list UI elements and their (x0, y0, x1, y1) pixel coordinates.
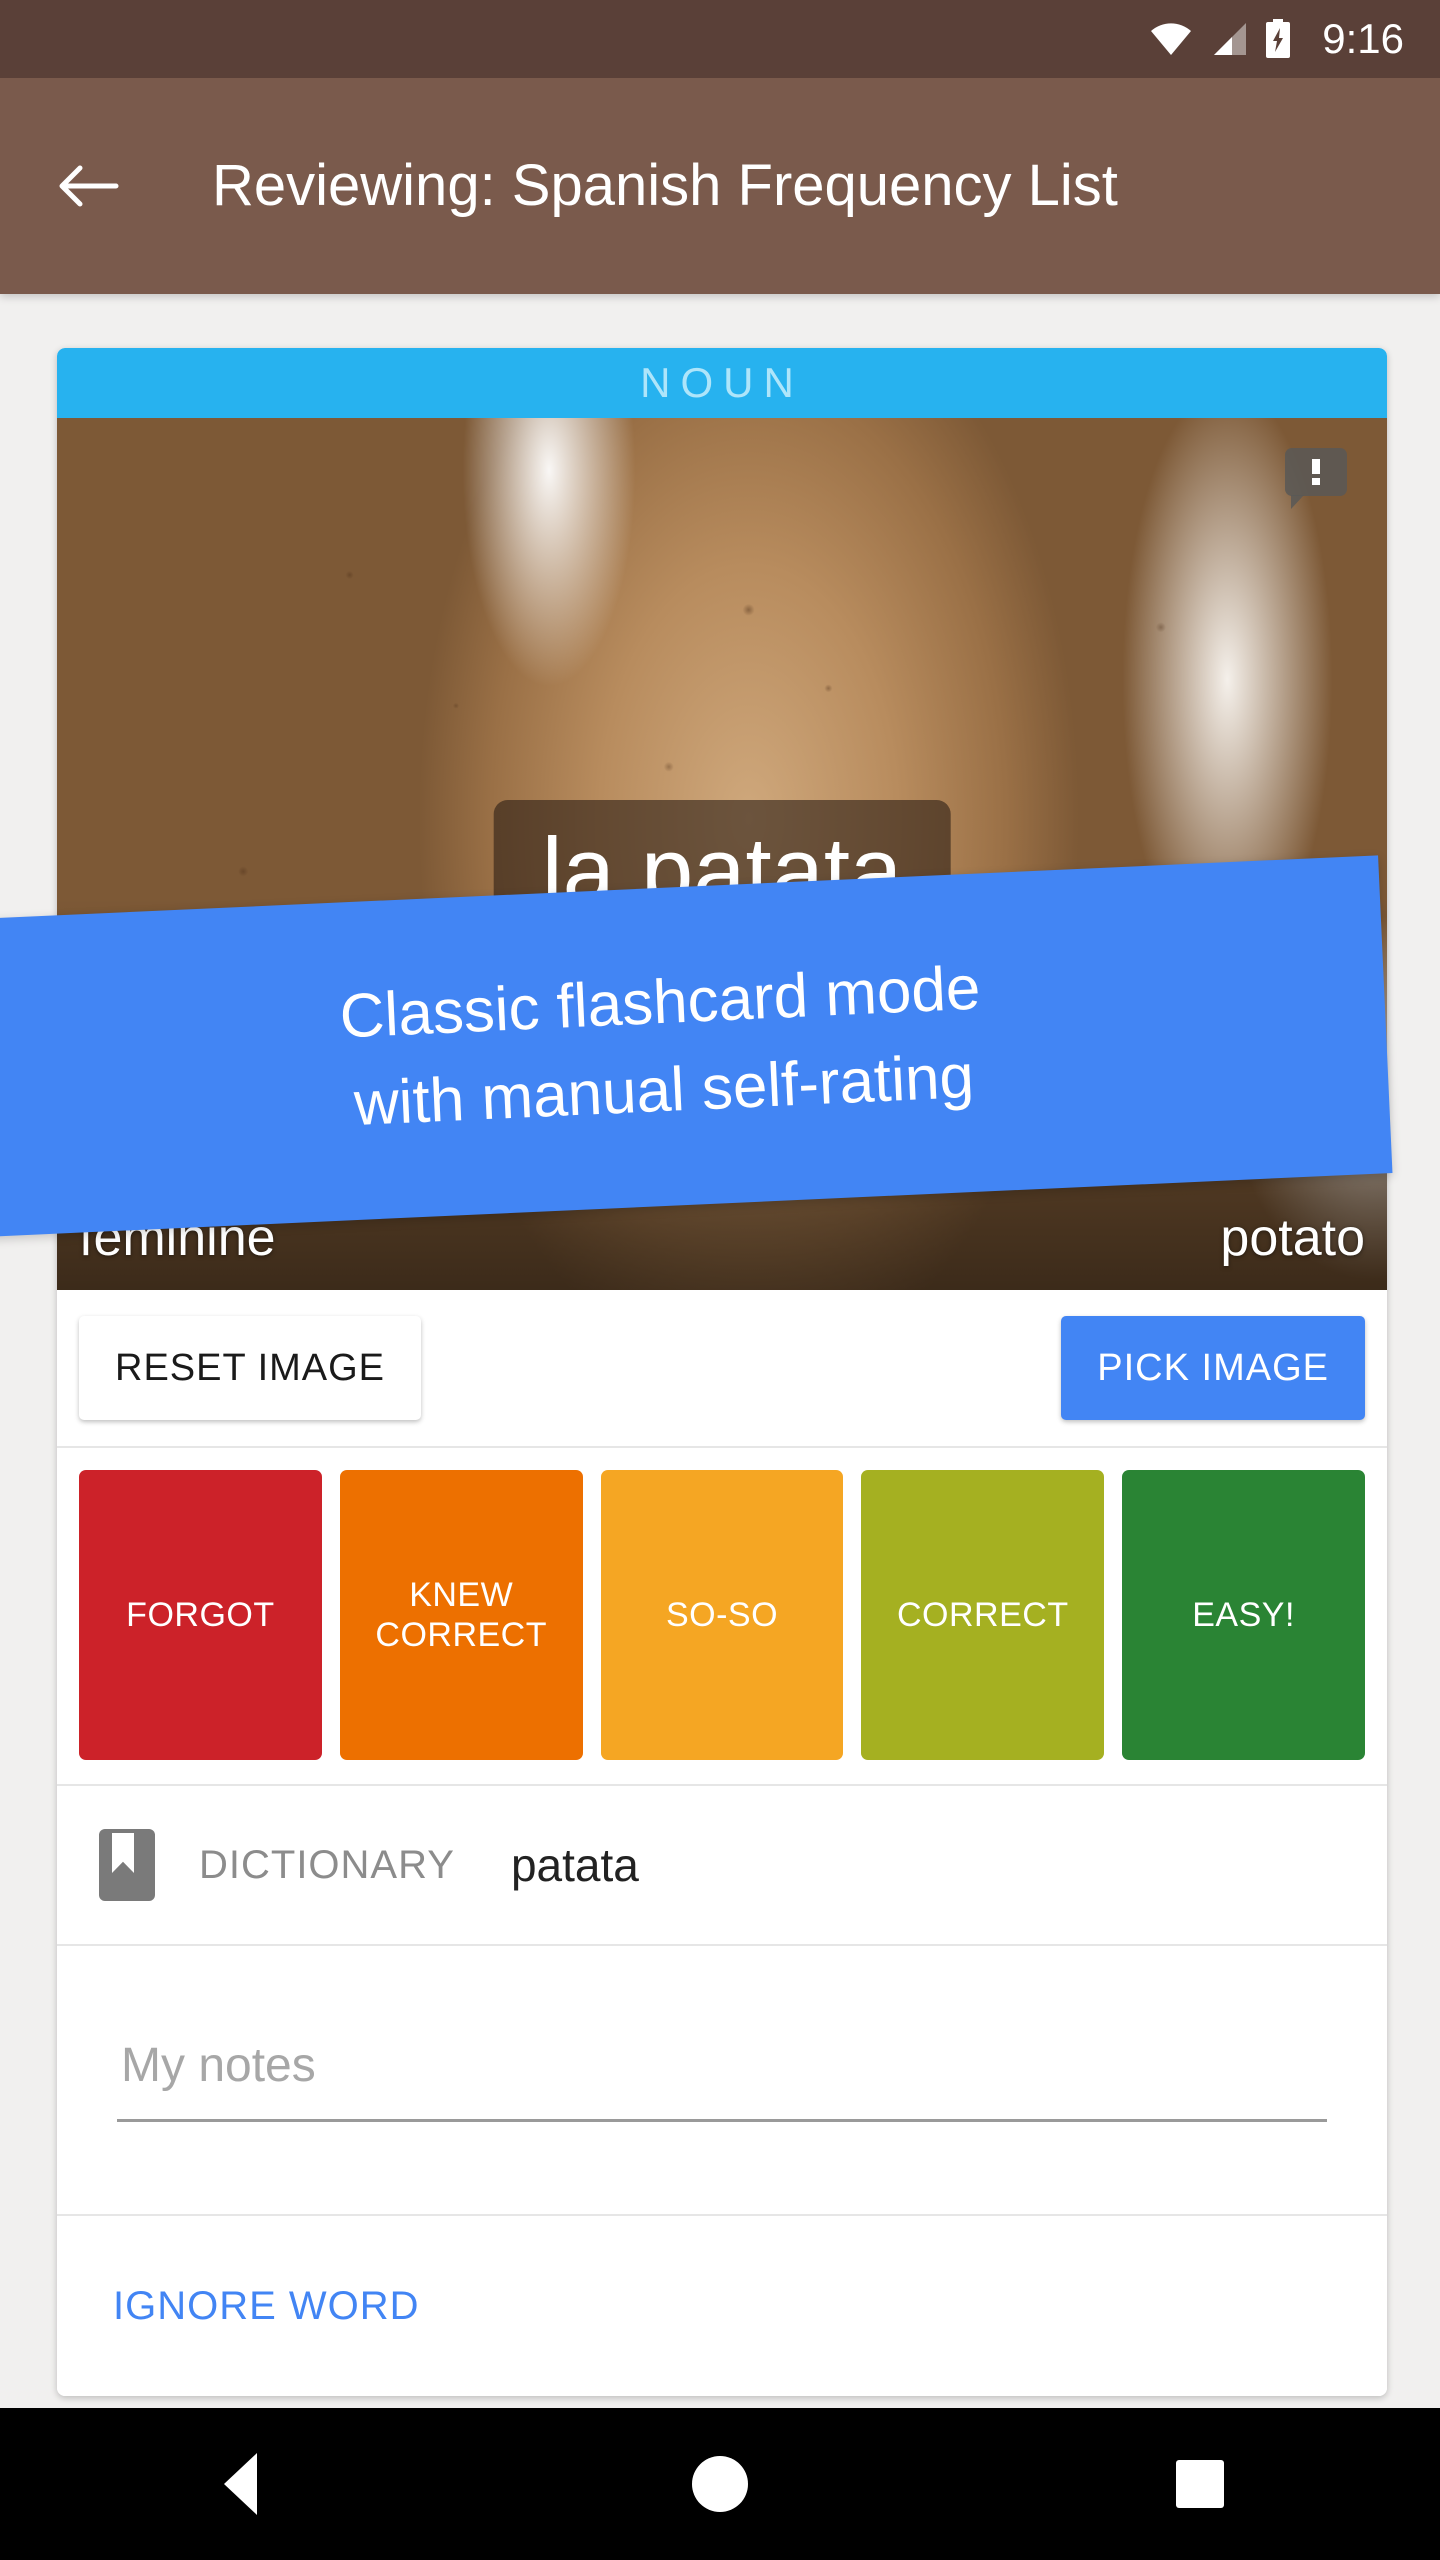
part-of-speech-label: NOUN (640, 359, 804, 406)
flashcard: NOUN la patata feminine potato RESET IMA… (57, 348, 1387, 2396)
nav-back-button[interactable] (160, 2408, 320, 2560)
bookmark-icon (99, 1829, 155, 1901)
exclamation-mark-icon (1312, 459, 1320, 485)
ignore-word-button[interactable]: IGNORE WORD (97, 2270, 436, 2343)
back-triangle-icon (223, 2453, 257, 2515)
rating-button-correct[interactable]: CORRECT (861, 1470, 1105, 1760)
self-rating-row: FORGOT KNEW CORRECT SO-SO CORRECT EASY! (57, 1448, 1387, 1786)
nav-recents-button[interactable] (1120, 2408, 1280, 2560)
pick-image-button[interactable]: PICK IMAGE (1061, 1316, 1365, 1420)
page-title: Reviewing: Spanish Frequency List (212, 153, 1118, 218)
cell-signal-icon (1208, 22, 1248, 56)
dictionary-label: DICTIONARY (199, 1843, 455, 1887)
recents-square-icon (1176, 2460, 1224, 2508)
notes-section (57, 1946, 1387, 2216)
status-bar-icons: 9:16 (1150, 18, 1404, 60)
report-flag-icon[interactable] (1285, 448, 1347, 509)
app-bar: Reviewing: Spanish Frequency List (0, 78, 1440, 294)
dictionary-word: patata (510, 1839, 639, 1891)
reset-image-button[interactable]: RESET IMAGE (79, 1316, 422, 1420)
rating-button-knew-correct[interactable]: KNEW CORRECT (339, 1470, 583, 1760)
phone-screen: 9:16 Reviewing: Spanish Frequency List N… (0, 0, 1440, 2560)
report-bubble-shape (1285, 448, 1347, 509)
word-translation: potato (1220, 1209, 1365, 1267)
rating-button-so-so[interactable]: SO-SO (600, 1470, 844, 1760)
home-circle-icon (692, 2456, 748, 2512)
status-bar-clock: 9:16 (1322, 15, 1404, 62)
battery-charging-icon (1264, 19, 1292, 59)
rating-button-forgot[interactable]: FORGOT (79, 1470, 322, 1760)
rating-button-easy[interactable]: EASY! (1122, 1470, 1365, 1760)
android-nav-bar (0, 2408, 1440, 2560)
notes-input[interactable] (117, 2038, 1327, 2122)
back-arrow-icon[interactable] (56, 154, 120, 218)
dictionary-row[interactable]: DICTIONARY patata (57, 1786, 1387, 1946)
image-actions-row: RESET IMAGE PICK IMAGE (57, 1290, 1387, 1448)
wifi-icon (1150, 22, 1192, 56)
ignore-section: IGNORE WORD (57, 2216, 1387, 2396)
status-bar: 9:16 (0, 0, 1440, 78)
part-of-speech-bar: NOUN (57, 348, 1387, 418)
coachmark-banner[interactable]: Classic flashcard mode with manual self-… (0, 855, 1393, 1239)
nav-home-button[interactable] (640, 2408, 800, 2560)
